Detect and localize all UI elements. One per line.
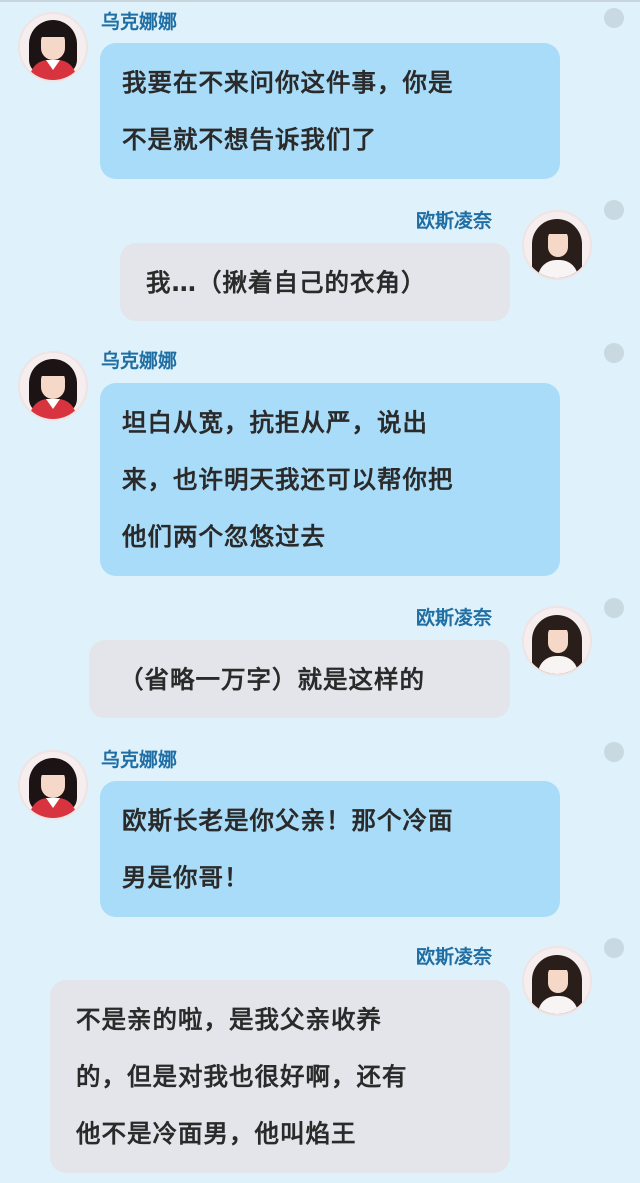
message-line: 的，但是对我也很好啊，还有 [76, 1062, 408, 1091]
message-item: 欧斯凌奈 不是亲的啦，是我父亲收养 的，但是对我也很好啊，还有 他不是冷面男，他… [0, 0, 640, 1183]
message-line: 不是亲的啦，是我父亲收养 [76, 1005, 382, 1034]
message-bubble[interactable]: 不是亲的啦，是我父亲收养 的，但是对我也很好啊，还有 他不是冷面男，他叫焰王 [50, 980, 510, 1173]
message-line: 他不是冷面男，他叫焰王 [76, 1119, 357, 1148]
avatar[interactable] [524, 948, 590, 1014]
message-status-dot [604, 938, 624, 958]
chat-window: 乌克娜娜 我要在不来问你这件事，你是 不是就不想告诉我们了 欧斯凌奈 我…（揪着… [0, 0, 640, 1183]
sender-name: 欧斯凌奈 [416, 946, 493, 968]
